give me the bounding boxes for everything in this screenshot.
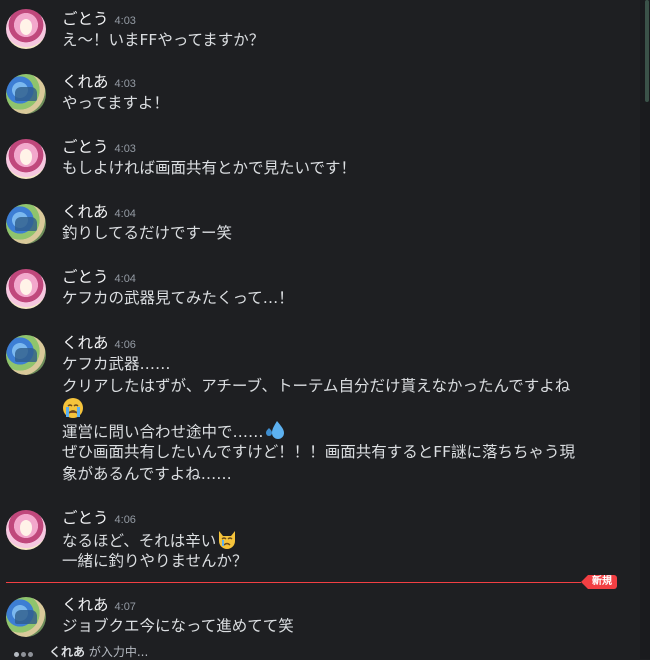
message-text: クリアしたはずが、アチーブ、トーテム自分だけ貰えなかったんですよね — [62, 377, 571, 395]
avatar[interactable] — [6, 9, 46, 49]
message-header: くれあ 4:06 — [62, 333, 136, 355]
chat-message-list[interactable]: ごとう 4:03 え～！いまFFやってますか？ くれあ 4:03 やってますよ！ ご… — [0, 0, 640, 659]
username[interactable]: くれあ — [62, 73, 109, 91]
avatar[interactable] — [6, 269, 46, 309]
message-header: くれあ 4:07 — [62, 595, 136, 617]
avatar[interactable] — [6, 510, 46, 550]
timestamp: 4:03 — [114, 15, 136, 27]
message-header: ごとう 4:06 — [62, 508, 136, 530]
new-messages-divider — [6, 582, 581, 583]
timestamp: 4:03 — [114, 143, 136, 155]
scrollbar-thumb[interactable] — [645, 0, 649, 102]
timestamp: 4:04 — [114, 208, 136, 220]
message-text: ケフカ武器…… — [62, 355, 171, 373]
message-text-with-emoji: 運営に問い合わせ途中で…… — [62, 419, 286, 443]
timestamp: 4:03 — [114, 78, 136, 90]
username[interactable]: ごとう — [62, 10, 109, 28]
message-emoji-line — [62, 397, 84, 421]
message-text: もしよければ画面共有とかで見たいです！ — [62, 159, 357, 177]
username[interactable]: くれあ — [62, 334, 109, 352]
message-text: 釣りしてるだけですー笑 — [62, 224, 233, 242]
timestamp: 4:06 — [114, 339, 136, 351]
username[interactable]: くれあ — [62, 203, 109, 221]
crying-cat-emoji-icon[interactable] — [216, 528, 238, 550]
typing-user: くれあ — [49, 645, 86, 659]
username[interactable]: ごとう — [62, 509, 109, 527]
message-text: やってますよ！ — [62, 94, 169, 112]
username[interactable]: くれあ — [62, 596, 109, 614]
message-text: 運営に問い合わせ途中で…… — [62, 423, 264, 441]
username[interactable]: ごとう — [62, 268, 109, 286]
typing-suffix: が入力中... — [85, 645, 149, 659]
avatar[interactable] — [6, 74, 46, 114]
typing-indicator: くれあ が入力中... — [14, 643, 148, 659]
sweat-droplets-emoji-icon[interactable] — [264, 419, 286, 441]
message-text: 一緒に釣りやりませんか？ — [62, 552, 248, 570]
avatar[interactable] — [6, 335, 46, 375]
message-header: ごとう 4:03 — [62, 9, 136, 31]
message-header: ごとう 4:03 — [62, 137, 136, 159]
message-text: なるほど、それは辛い — [62, 532, 217, 550]
message-text: え～！いまFFやってますか？ — [62, 31, 265, 49]
username[interactable]: ごとう — [62, 138, 109, 156]
message-header: ごとう 4:04 — [62, 267, 136, 289]
timestamp: 4:04 — [114, 273, 136, 285]
avatar[interactable] — [6, 204, 46, 244]
timestamp: 4:07 — [114, 601, 136, 613]
message-text: ケフカの武器見てみたくって…！ — [62, 289, 294, 307]
message-text: 象があるんですよね…… — [62, 465, 232, 483]
typing-dots-icon — [14, 646, 35, 660]
message-text: ジョブクエ今になって進めてて笑 — [62, 617, 294, 635]
message-text: ぜひ画面共有したいんですけど！！！画面共有するとFF謎に落ちちゃう現 — [62, 443, 576, 461]
crying-face-emoji-icon[interactable] — [62, 397, 84, 419]
avatar[interactable] — [6, 597, 46, 637]
avatar[interactable] — [6, 139, 46, 179]
message-header: くれあ 4:03 — [62, 72, 136, 94]
message-header: くれあ 4:04 — [62, 202, 136, 224]
new-messages-badge: 新規 — [581, 575, 617, 589]
timestamp: 4:06 — [114, 514, 136, 526]
message-text-with-emoji: なるほど、それは辛い — [62, 528, 238, 552]
